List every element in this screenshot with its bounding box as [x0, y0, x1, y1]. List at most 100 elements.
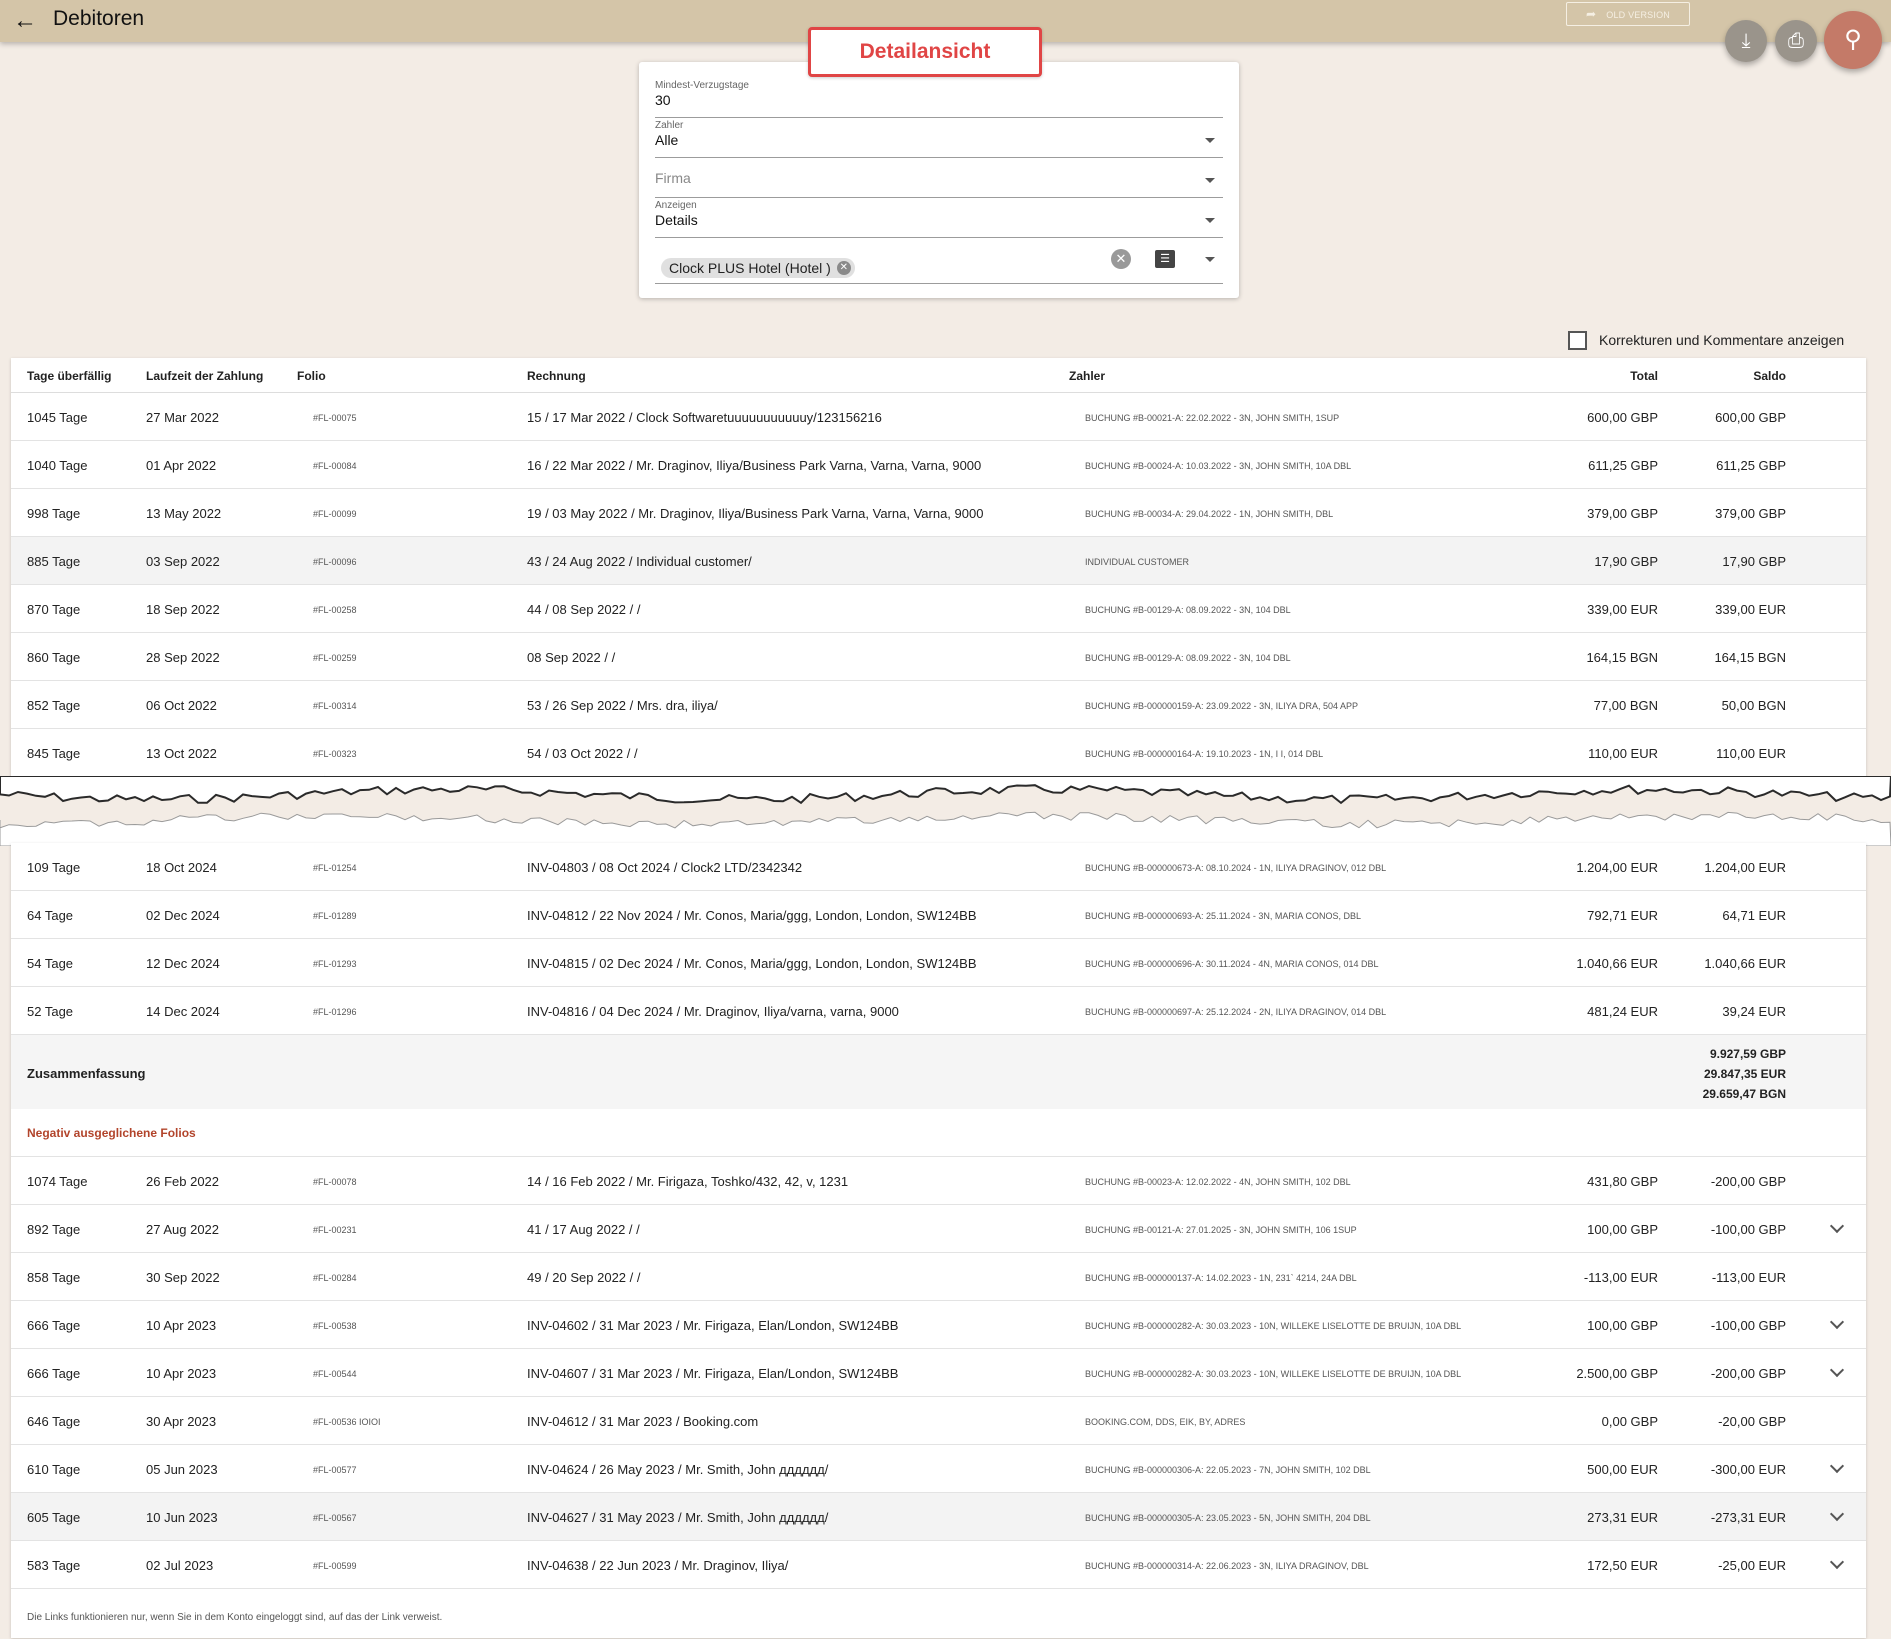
chip-remove-icon[interactable]: ✕ — [836, 261, 851, 275]
folio-link[interactable]: #FL-01254 — [313, 863, 357, 873]
expand-chevron-icon[interactable] — [1829, 1506, 1845, 1522]
payer-link[interactable]: BOOKING.COM, DDS, EIK, BY, ADRES — [1085, 1417, 1245, 1427]
min-days-input[interactable]: 30 — [655, 92, 671, 108]
expand-chevron-icon[interactable] — [1829, 1314, 1845, 1330]
payer-link[interactable]: BUCHUNG #B-000000314-A: 22.06.2023 - 3N,… — [1085, 1561, 1369, 1571]
folio-link[interactable]: #FL-00259 — [313, 653, 357, 663]
folio-link[interactable]: #FL-00599 — [313, 1561, 357, 1571]
chevron-down-icon[interactable] — [1205, 218, 1215, 223]
table-row[interactable]: 870 Tage 18 Sep 2022 #FL-00258 44 / 08 Sep … — [11, 585, 1866, 633]
payer-link[interactable]: BUCHUNG #B-000000282-A: 30.03.2023 - 10N… — [1085, 1369, 1461, 1379]
table-row[interactable]: 583 Tage 02 Jul 2023 #FL-00599 INV-04638 / … — [11, 1541, 1866, 1589]
folio-link[interactable]: #FL-01289 — [313, 911, 357, 921]
payer-link[interactable]: BUCHUNG #B-000000164-A: 19.10.2023 - 1N,… — [1085, 749, 1323, 759]
folio-link[interactable]: #FL-00567 — [313, 1513, 357, 1523]
col-term[interactable]: Laufzeit der Zahlung — [146, 369, 263, 383]
payer-link[interactable]: BUCHUNG #B-000000306-A: 22.05.2023 - 7N,… — [1085, 1465, 1371, 1475]
folio-link[interactable]: #FL-01296 — [313, 1007, 357, 1017]
folio-link[interactable]: #FL-00323 — [313, 749, 357, 759]
folio-link[interactable]: #FL-00078 — [313, 1177, 357, 1187]
payer-link[interactable]: BUCHUNG #B-00024-A: 10.03.2022 - 3N, JOH… — [1085, 461, 1351, 471]
folio-link[interactable]: #FL-00538 — [313, 1321, 357, 1331]
chevron-down-icon[interactable] — [1205, 257, 1215, 262]
folio-link[interactable]: #FL-00544 — [313, 1369, 357, 1379]
expand-chevron-icon[interactable] — [1829, 1554, 1845, 1570]
table-row[interactable]: 852 Tage 06 Oct 2022 #FL-00314 53 / 26 Sep … — [11, 681, 1866, 729]
col-invoice[interactable]: Rechnung — [527, 369, 586, 383]
table-row[interactable]: 998 Tage 13 May 2022 #FL-00099 19 / 03 May … — [11, 489, 1866, 537]
payer-link[interactable]: BUCHUNG #B-00021-A: 22.02.2022 - 3N, JOH… — [1085, 413, 1339, 423]
payer-link[interactable]: BUCHUNG #B-000000673-A: 08.10.2024 - 1N,… — [1085, 863, 1386, 873]
table-row[interactable]: 605 Tage 10 Jun 2023 #FL-00567 INV-04627 / … — [11, 1493, 1866, 1541]
table-row[interactable]: 666 Tage 10 Apr 2023 #FL-00544 INV-04607 / … — [11, 1349, 1866, 1397]
payer-link[interactable]: BUCHUNG #B-00023-A: 12.02.2022 - 4N, JOH… — [1085, 1177, 1351, 1187]
col-saldo[interactable]: Saldo — [1753, 369, 1786, 383]
saldo-cell: -25,00 EUR — [1718, 1558, 1786, 1573]
col-total[interactable]: Total — [1630, 369, 1658, 383]
folio-link[interactable]: #FL-00314 — [313, 701, 357, 711]
clear-icon[interactable]: ✕ — [1111, 249, 1131, 269]
property-chip[interactable]: Clock PLUS Hotel (Hotel ) ✕ — [661, 258, 855, 278]
back-arrow-icon[interactable]: ← — [10, 6, 40, 36]
payer-link[interactable]: BUCHUNG #B-000000159-A: 23.09.2022 - 3N,… — [1085, 701, 1358, 711]
payer-link[interactable]: BUCHUNG #B-000000697-A: 25.12.2024 - 2N,… — [1085, 1007, 1386, 1017]
show-select[interactable]: Anzeigen Details — [655, 200, 1223, 238]
table-row[interactable]: 646 Tage 30 Apr 2023 #FL-00536 IOIOI INV-04… — [11, 1397, 1866, 1445]
payer-link[interactable]: BUCHUNG #B-00129-A: 08.09.2022 - 3N, 104… — [1085, 605, 1291, 615]
table-row[interactable]: 858 Tage 30 Sep 2022 #FL-00284 49 / 20 Sep … — [11, 1253, 1866, 1301]
payer-link[interactable]: BUCHUNG #B-000000305-A: 23.05.2023 - 5N,… — [1085, 1513, 1371, 1523]
checklist-icon[interactable]: ☰ — [1155, 250, 1175, 268]
folio-link[interactable]: #FL-00577 — [313, 1465, 357, 1475]
folio-link[interactable]: #FL-00075 — [313, 413, 357, 423]
col-folio[interactable]: Folio — [297, 369, 326, 383]
term-cell: 12 Dec 2024 — [146, 956, 220, 971]
table-row[interactable]: 64 Tage 02 Dec 2024 #FL-01289 INV-04812 / 2… — [11, 891, 1866, 939]
expand-chevron-icon[interactable] — [1829, 1218, 1845, 1234]
corrections-checkbox[interactable] — [1568, 331, 1587, 350]
table-row[interactable]: 1074 Tage 26 Feb 2022 #FL-00078 14 / 16 Feb… — [11, 1157, 1866, 1205]
chevron-down-icon[interactable] — [1205, 178, 1215, 183]
table-row[interactable]: 1045 Tage 27 Mar 2022 #FL-00075 15 / 17 Mar… — [11, 393, 1866, 441]
folio-link[interactable]: #FL-00096 — [313, 557, 357, 567]
old-version-button[interactable]: ➦ OLD VERSION — [1566, 2, 1690, 26]
payer-link[interactable]: BUCHUNG #B-000000693-A: 25.11.2024 - 3N,… — [1085, 911, 1361, 921]
col-days[interactable]: Tage überfällig — [27, 369, 111, 383]
invoice-cell: 16 / 22 Mar 2022 / Mr. Draginov, Iliya/B… — [527, 458, 982, 473]
chevron-down-icon[interactable] — [1205, 138, 1215, 143]
table-row[interactable]: 860 Tage 28 Sep 2022 #FL-00259 08 Sep 2022 … — [11, 633, 1866, 681]
table-row[interactable]: 52 Tage 14 Dec 2024 #FL-01296 INV-04816 / 0… — [11, 987, 1866, 1035]
table-row[interactable]: 666 Tage 10 Apr 2023 #FL-00538 INV-04602 / … — [11, 1301, 1866, 1349]
expand-chevron-icon[interactable] — [1829, 1362, 1845, 1378]
payer-link[interactable]: INDIVIDUAL CUSTOMER — [1085, 557, 1189, 567]
col-payer[interactable]: Zahler — [1069, 369, 1105, 383]
payer-select[interactable]: Zahler Alle — [655, 120, 1223, 158]
payer-link[interactable]: BUCHUNG #B-000000696-A: 30.11.2024 - 4N,… — [1085, 959, 1378, 969]
folio-link[interactable]: #FL-00231 — [313, 1225, 357, 1235]
download-button[interactable]: ⤓ — [1725, 20, 1767, 62]
payer-link[interactable]: BUCHUNG #B-000000137-A: 14.02.2023 - 1N,… — [1085, 1273, 1357, 1283]
table-row[interactable]: 54 Tage 12 Dec 2024 #FL-01293 INV-04815 / 0… — [11, 939, 1866, 987]
table-row[interactable]: 845 Tage 13 Oct 2022 #FL-00323 54 / 03 Oct … — [11, 729, 1866, 777]
min-days-field[interactable]: Mindest-Verzugstage 30 — [655, 80, 1223, 118]
payer-link[interactable]: BUCHUNG #B-00121-A: 27.01.2025 - 3N, JOH… — [1085, 1225, 1357, 1235]
property-select[interactable]: Clock PLUS Hotel (Hotel ) ✕ ✕ ☰ — [655, 240, 1223, 284]
print-button[interactable]: ⎙ — [1775, 20, 1817, 62]
expand-chevron-icon[interactable] — [1829, 1458, 1845, 1474]
folio-link[interactable]: #FL-00258 — [313, 605, 357, 615]
folio-link[interactable]: #FL-01293 — [313, 959, 357, 969]
payer-link[interactable]: BUCHUNG #B-00034-A: 29.04.2022 - 1N, JOH… — [1085, 509, 1333, 519]
payer-link[interactable]: BUCHUNG #B-000000282-A: 30.03.2023 - 10N… — [1085, 1321, 1461, 1331]
folio-link[interactable]: #FL-00536 IOIOI — [313, 1417, 381, 1427]
table-row[interactable]: 892 Tage 27 Aug 2022 #FL-00231 41 / 17 Aug … — [11, 1205, 1866, 1253]
folio-link[interactable]: #FL-00099 — [313, 509, 357, 519]
table-row[interactable]: 1040 Tage 01 Apr 2022 #FL-00084 16 / 22 Mar… — [11, 441, 1866, 489]
table-row[interactable]: 109 Tage 18 Oct 2024 #FL-01254 INV-04803 / … — [11, 843, 1866, 891]
folio-link[interactable]: #FL-00084 — [313, 461, 357, 471]
negative-folios-title: Negativ ausgeglichene Folios — [27, 1126, 196, 1140]
folio-link[interactable]: #FL-00284 — [313, 1273, 357, 1283]
payer-link[interactable]: BUCHUNG #B-00129-A: 08.09.2022 - 3N, 104… — [1085, 653, 1291, 663]
company-select[interactable]: Firma — [655, 160, 1223, 198]
table-row[interactable]: 885 Tage 03 Sep 2022 #FL-00096 43 / 24 Aug … — [11, 537, 1866, 585]
search-button[interactable]: ⚲ — [1824, 11, 1882, 69]
table-row[interactable]: 610 Tage 05 Jun 2023 #FL-00577 INV-04624 / … — [11, 1445, 1866, 1493]
